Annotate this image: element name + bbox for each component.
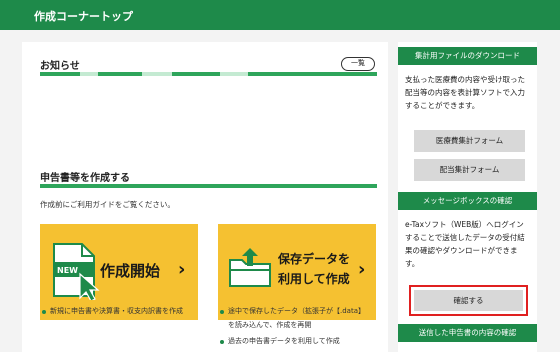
new-badge: NEW bbox=[57, 266, 78, 275]
messagebox-text-4: す。 bbox=[405, 259, 420, 268]
start-create-label: 作成開始 bbox=[100, 262, 161, 280]
guide-text: 作成前にご利用ガイドをご覧ください。 bbox=[40, 200, 175, 209]
sent-return-title: 送信した申告書の内容の確認 bbox=[398, 324, 537, 342]
messagebox-title: メッセージボックスの確認 bbox=[398, 192, 537, 210]
download-text-2: 配当等の内容を表計算ソフトで入力 bbox=[405, 88, 525, 97]
dividend-form-button[interactable]: 配当集計フォーム bbox=[414, 159, 525, 181]
create-title: 申告書等を作成する bbox=[40, 173, 130, 184]
create-divider bbox=[40, 184, 377, 188]
news-list-button[interactable]: 一覧 bbox=[341, 57, 375, 71]
chevron-right-icon: › bbox=[178, 259, 186, 280]
sidebar: 集計用ファイルのダウンロード 支払った医療費の内容や受け取った 配当等の内容を表… bbox=[398, 42, 537, 352]
messagebox-text-2: することで送信したデータの受付結 bbox=[405, 233, 525, 242]
resume-label-line1: 保存データを bbox=[278, 252, 351, 266]
confirm-highlight: 確認する bbox=[409, 285, 528, 316]
messagebox-text-3: 果の確認やダウンロードができま bbox=[405, 246, 518, 255]
resume-note-2: 過去の申告書データを利用して作成 bbox=[228, 337, 340, 345]
download-text-3: することができます。 bbox=[405, 101, 480, 110]
resume-note-1a: 途中で保存したデータ（拡張子が【.data】 bbox=[228, 307, 365, 315]
bullet-icon bbox=[220, 340, 224, 344]
top-header: 作成コーナートップ bbox=[0, 0, 560, 30]
main-panel: お知らせ 一覧 申告書等を作成する 作成前にご利用ガイドをご覧ください。 NEW… bbox=[22, 42, 388, 352]
news-divider-segment bbox=[220, 72, 248, 76]
news-divider-segment bbox=[80, 72, 98, 76]
messagebox-text-1: e-Taxソフト（WEB版）へログイン bbox=[405, 220, 524, 229]
start-note: 新規に申告書や決算書・収支内訳書を作成 bbox=[50, 307, 183, 315]
medical-form-button[interactable]: 医療費集計フォーム bbox=[414, 130, 525, 152]
bullet-icon bbox=[220, 310, 224, 314]
confirm-button[interactable]: 確認する bbox=[414, 290, 523, 311]
folder-upload-icon bbox=[229, 248, 271, 287]
news-title: お知らせ bbox=[40, 61, 80, 72]
bullet-icon bbox=[42, 310, 46, 314]
resume-note-1b: を読み込んで、作成を再開 bbox=[228, 321, 312, 329]
chevron-right-icon: › bbox=[358, 259, 366, 280]
resume-label-line2: 利用して作成 bbox=[278, 272, 350, 286]
download-text-1: 支払った医療費の内容や受け取った bbox=[405, 75, 525, 84]
download-title: 集計用ファイルのダウンロード bbox=[398, 47, 537, 65]
news-divider-segment bbox=[142, 72, 172, 76]
page-title: 作成コーナートップ bbox=[34, 10, 133, 23]
